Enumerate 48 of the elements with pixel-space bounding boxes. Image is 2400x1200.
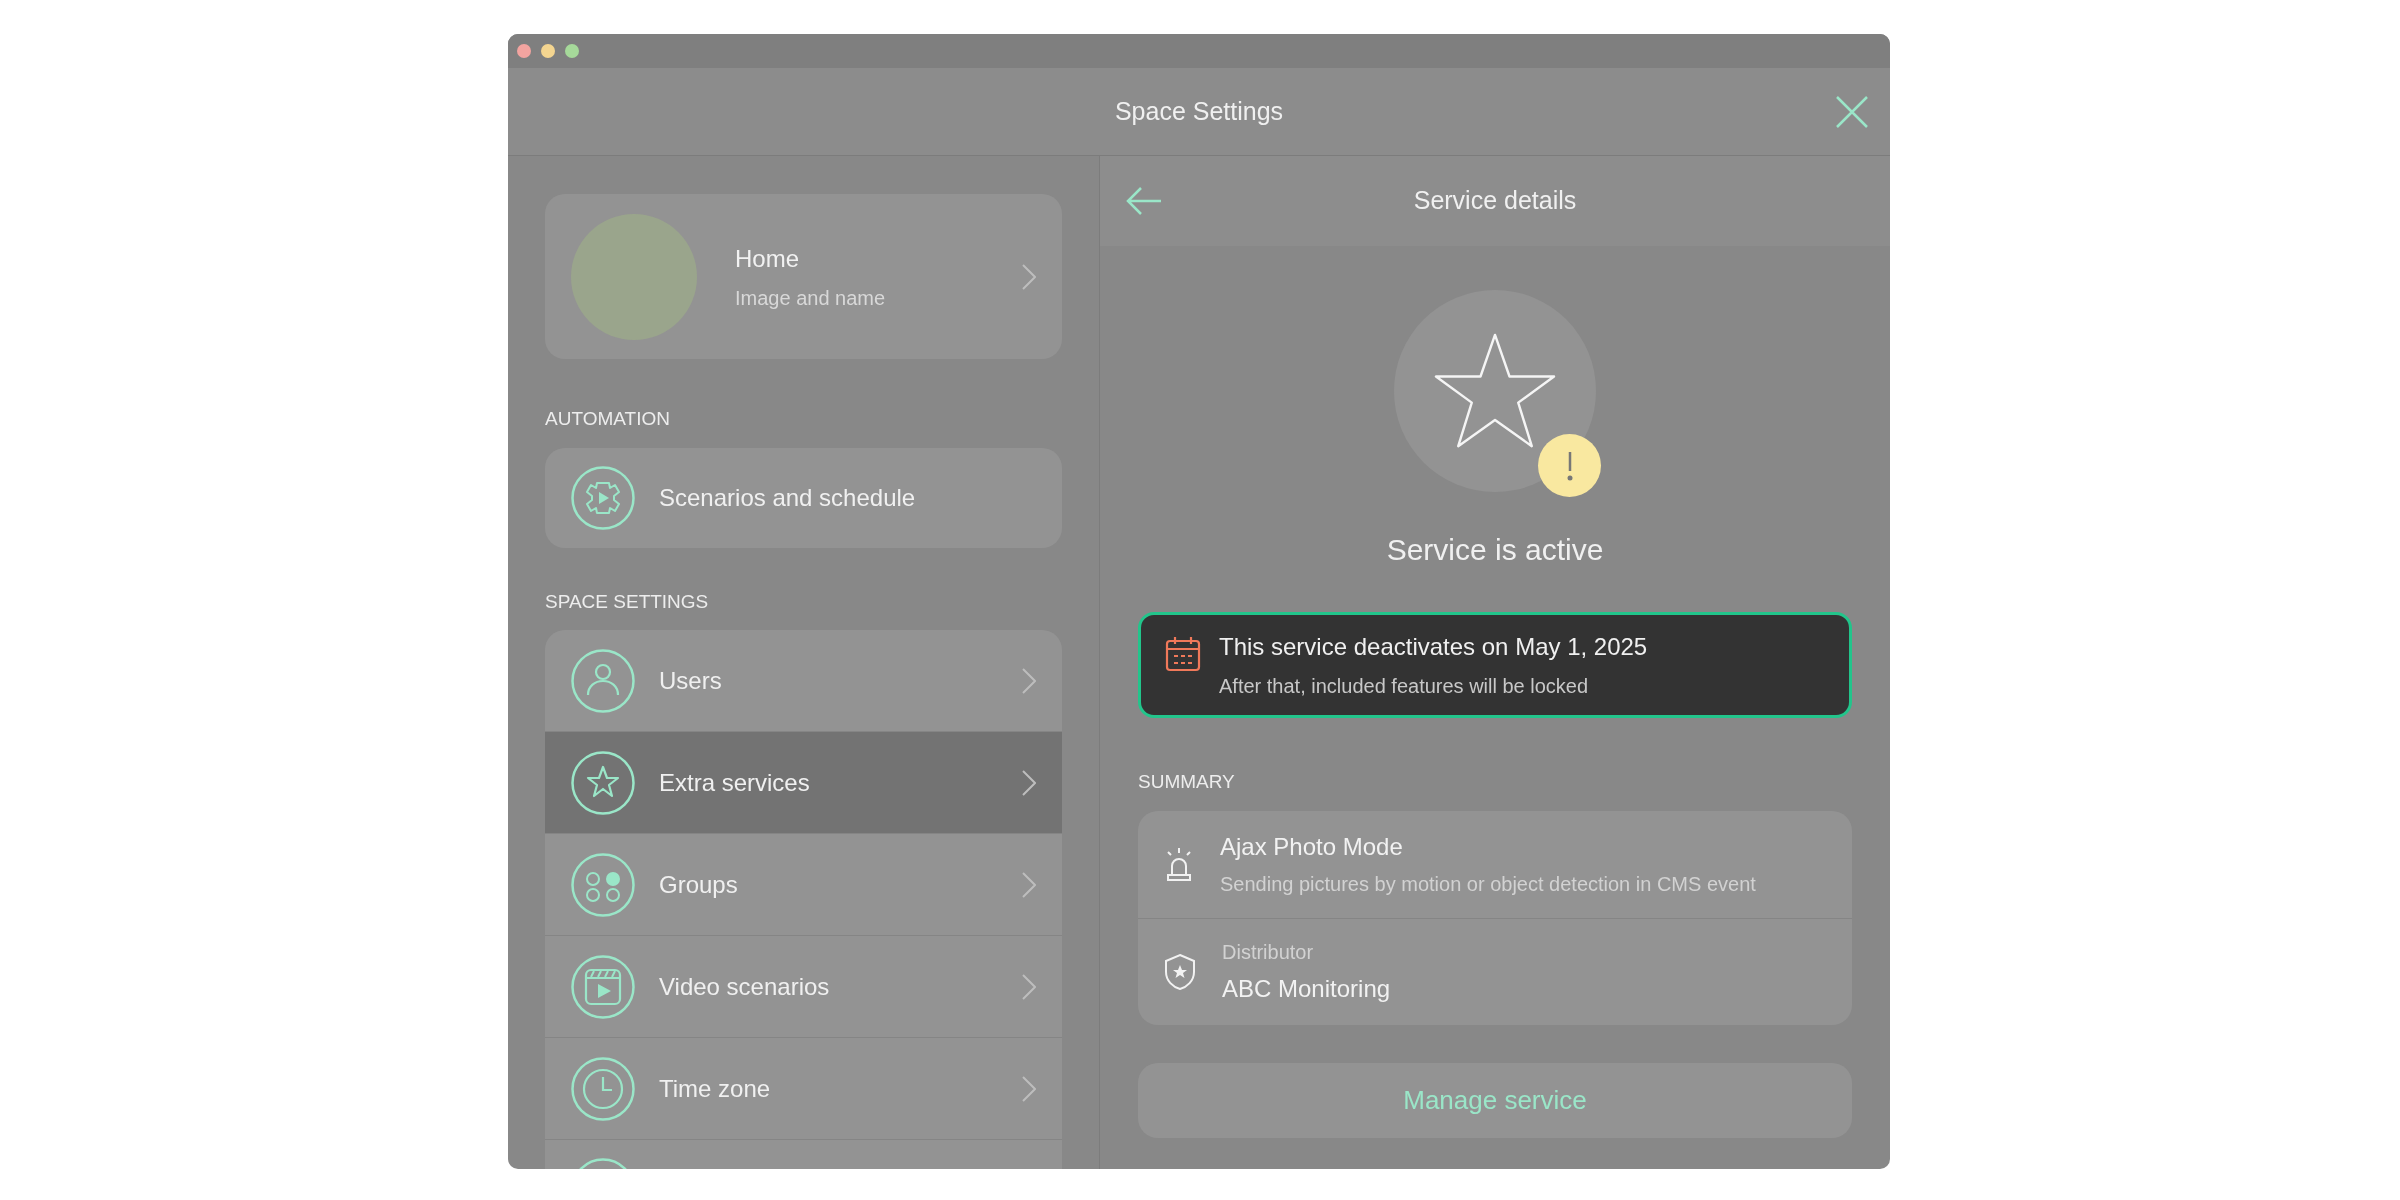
item-label: Scenarios and schedule (659, 482, 916, 513)
section-heading: AUTOMATION (545, 407, 671, 431)
space-card[interactable]: Home Image and name (545, 194, 1062, 359)
calendar-icon (1165, 636, 1201, 672)
settings-row[interactable]: Extra services (545, 732, 1062, 834)
close-window-button[interactable] (517, 44, 531, 58)
exclamation-icon (1566, 450, 1573, 481)
user-icon (571, 648, 635, 713)
chevron-icon (1022, 769, 1036, 796)
groups-icon (571, 852, 635, 917)
service-status: Service is active (1385, 532, 1605, 568)
chevron-icon (1022, 1075, 1036, 1102)
item-label: Users (659, 665, 722, 696)
window-title: Space Settings (1114, 95, 1284, 127)
video-icon (571, 954, 635, 1019)
back-icon[interactable] (1126, 186, 1162, 216)
manage-service-button[interactable]: Manage service (1138, 1062, 1852, 1138)
shield-star-icon (1164, 952, 1196, 991)
scenarios-card[interactable]: Scenarios and schedule (545, 447, 1062, 548)
minimize-window-button[interactable] (541, 44, 555, 58)
siren-icon (1164, 846, 1194, 882)
item-label: Groups (659, 869, 738, 900)
feature-description: Sending pictures by motion or object detection in CMS event (1220, 872, 1756, 897)
settings-row[interactable]: Users (545, 630, 1062, 732)
notice-text: After that, included features will be locked (1219, 674, 1590, 699)
clock-icon (571, 1056, 635, 1121)
provider-caption: Distributor (1222, 939, 1315, 965)
space-subtitle: Image and name (735, 285, 887, 311)
settings-row[interactable]: Groups (545, 834, 1062, 936)
space-name: Home (735, 243, 801, 274)
close-icon[interactable] (1836, 96, 1868, 128)
item-label: Time zone (659, 1073, 771, 1104)
chevron-icon (1022, 667, 1036, 694)
chevron-icon (1022, 263, 1036, 290)
feature-title: Ajax Photo Mode (1220, 832, 1404, 862)
chevron-icon (1022, 973, 1036, 1000)
chevron-icon (1022, 871, 1036, 898)
settings-row[interactable]: Time zone (545, 1038, 1062, 1140)
maximize-window-button[interactable] (565, 44, 579, 58)
settings-row[interactable]: Video scenarios (545, 936, 1062, 1038)
notice-title: This service deactivates on May 1, 2025 (1219, 632, 1648, 662)
item-label: Video scenarios (659, 971, 830, 1002)
provider-name: ABC Monitoring (1222, 973, 1391, 1004)
gear-play-icon (571, 465, 635, 530)
item-label: Extra services (659, 767, 810, 798)
detail-title: Service details (1413, 185, 1577, 217)
section-heading: SUMMARY (1138, 770, 1236, 794)
section-heading: SPACE SETTINGS (545, 589, 710, 614)
